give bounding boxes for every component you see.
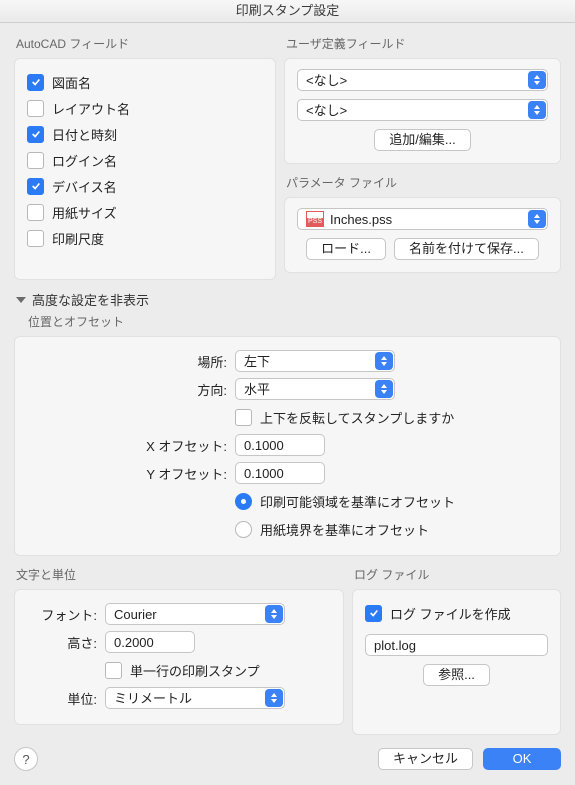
autocad-field-label: 印刷尺度 xyxy=(52,229,104,248)
stepper-arrows-icon xyxy=(528,101,546,119)
position-title: 位置とオフセット xyxy=(28,313,561,330)
save-as-button[interactable]: 名前を付けて保存... xyxy=(394,238,539,260)
help-button[interactable]: ? xyxy=(14,747,38,771)
stepper-arrows-icon xyxy=(375,352,393,370)
location-select[interactable]: 左下 xyxy=(235,350,395,372)
advanced-disclosure-label: 高度な設定を非表示 xyxy=(32,290,149,309)
autocad-field-checkbox[interactable] xyxy=(27,100,44,117)
load-button[interactable]: ロード... xyxy=(306,238,386,260)
height-label: 高さ: xyxy=(27,633,97,652)
y-offset-field[interactable]: 0.1000 xyxy=(235,462,325,484)
font-value: Courier xyxy=(114,607,157,622)
autocad-field-label: ログイン名 xyxy=(52,151,117,170)
offset-basis-paper-label: 用紙境界を基準にオフセット xyxy=(260,520,429,539)
pss-file-icon xyxy=(306,211,324,227)
location-label: 場所: xyxy=(37,352,227,371)
text-units-title: 文字と単位 xyxy=(16,566,344,583)
orientation-label: 方向: xyxy=(37,380,227,399)
autocad-field-checkbox[interactable] xyxy=(27,204,44,221)
create-log-checkbox[interactable] xyxy=(365,605,382,622)
single-line-checkbox[interactable] xyxy=(105,662,122,679)
param-file-value: Inches.pss xyxy=(330,212,392,227)
create-log-label: ログ ファイルを作成 xyxy=(390,604,511,623)
y-offset-label: Y オフセット: xyxy=(37,464,227,483)
units-label: 単位: xyxy=(27,689,97,708)
stepper-arrows-icon xyxy=(528,210,546,228)
browse-button[interactable]: 参照... xyxy=(423,664,490,686)
user-fields-title: ユーザ定義フィールド xyxy=(286,35,561,52)
font-label: フォント: xyxy=(27,605,97,624)
user-field-select-2[interactable]: <なし> xyxy=(297,99,548,121)
font-select[interactable]: Courier xyxy=(105,603,285,625)
units-value: ミリメートル xyxy=(114,691,192,706)
param-file-title: パラメータ ファイル xyxy=(286,174,561,191)
stepper-arrows-icon xyxy=(528,71,546,89)
autocad-field-checkbox[interactable] xyxy=(27,230,44,247)
window-title: 印刷スタンプ設定 xyxy=(0,0,575,23)
x-offset-field[interactable]: 0.1000 xyxy=(235,434,325,456)
help-icon: ? xyxy=(22,752,29,767)
stepper-arrows-icon xyxy=(265,689,283,707)
units-select[interactable]: ミリメートル xyxy=(105,687,285,709)
orientation-value: 水平 xyxy=(244,382,270,397)
flip-checkbox[interactable] xyxy=(235,409,252,426)
param-file-select[interactable]: Inches.pss xyxy=(297,208,548,230)
autocad-field-checkbox[interactable] xyxy=(27,126,44,143)
user-field-select-2-value: <なし> xyxy=(306,103,347,118)
disclosure-triangle-icon xyxy=(16,297,26,303)
log-file-field[interactable]: plot.log xyxy=(365,634,548,656)
stepper-arrows-icon xyxy=(265,605,283,623)
offset-basis-printable-radio[interactable] xyxy=(235,493,252,510)
advanced-disclosure[interactable]: 高度な設定を非表示 xyxy=(16,290,559,309)
height-field[interactable]: 0.2000 xyxy=(105,631,195,653)
user-field-select-1-value: <なし> xyxy=(306,73,347,88)
single-line-label: 単一行の印刷スタンプ xyxy=(130,661,260,680)
autocad-fields-title: AutoCAD フィールド xyxy=(16,35,276,52)
user-field-select-1[interactable]: <なし> xyxy=(297,69,548,91)
offset-basis-printable-label: 印刷可能領域を基準にオフセット xyxy=(260,492,455,511)
flip-label: 上下を反転してスタンプしますか xyxy=(260,408,454,427)
autocad-field-checkbox[interactable] xyxy=(27,74,44,91)
autocad-field-checkbox[interactable] xyxy=(27,152,44,169)
x-offset-label: X オフセット: xyxy=(37,436,227,455)
autocad-field-label: 図面名 xyxy=(52,73,91,92)
add-edit-button[interactable]: 追加/編集... xyxy=(374,129,470,151)
ok-button[interactable]: OK xyxy=(483,748,561,770)
cancel-button[interactable]: キャンセル xyxy=(378,748,473,770)
orientation-select[interactable]: 水平 xyxy=(235,378,395,400)
log-file-title: ログ ファイル xyxy=(354,566,561,583)
autocad-field-checkbox[interactable] xyxy=(27,178,44,195)
autocad-field-label: デバイス名 xyxy=(52,177,117,196)
autocad-field-label: 用紙サイズ xyxy=(52,203,117,222)
stepper-arrows-icon xyxy=(375,380,393,398)
autocad-field-label: 日付と時刻 xyxy=(52,125,117,144)
autocad-field-label: レイアウト名 xyxy=(52,99,130,118)
location-value: 左下 xyxy=(244,354,270,369)
offset-basis-paper-radio[interactable] xyxy=(235,521,252,538)
